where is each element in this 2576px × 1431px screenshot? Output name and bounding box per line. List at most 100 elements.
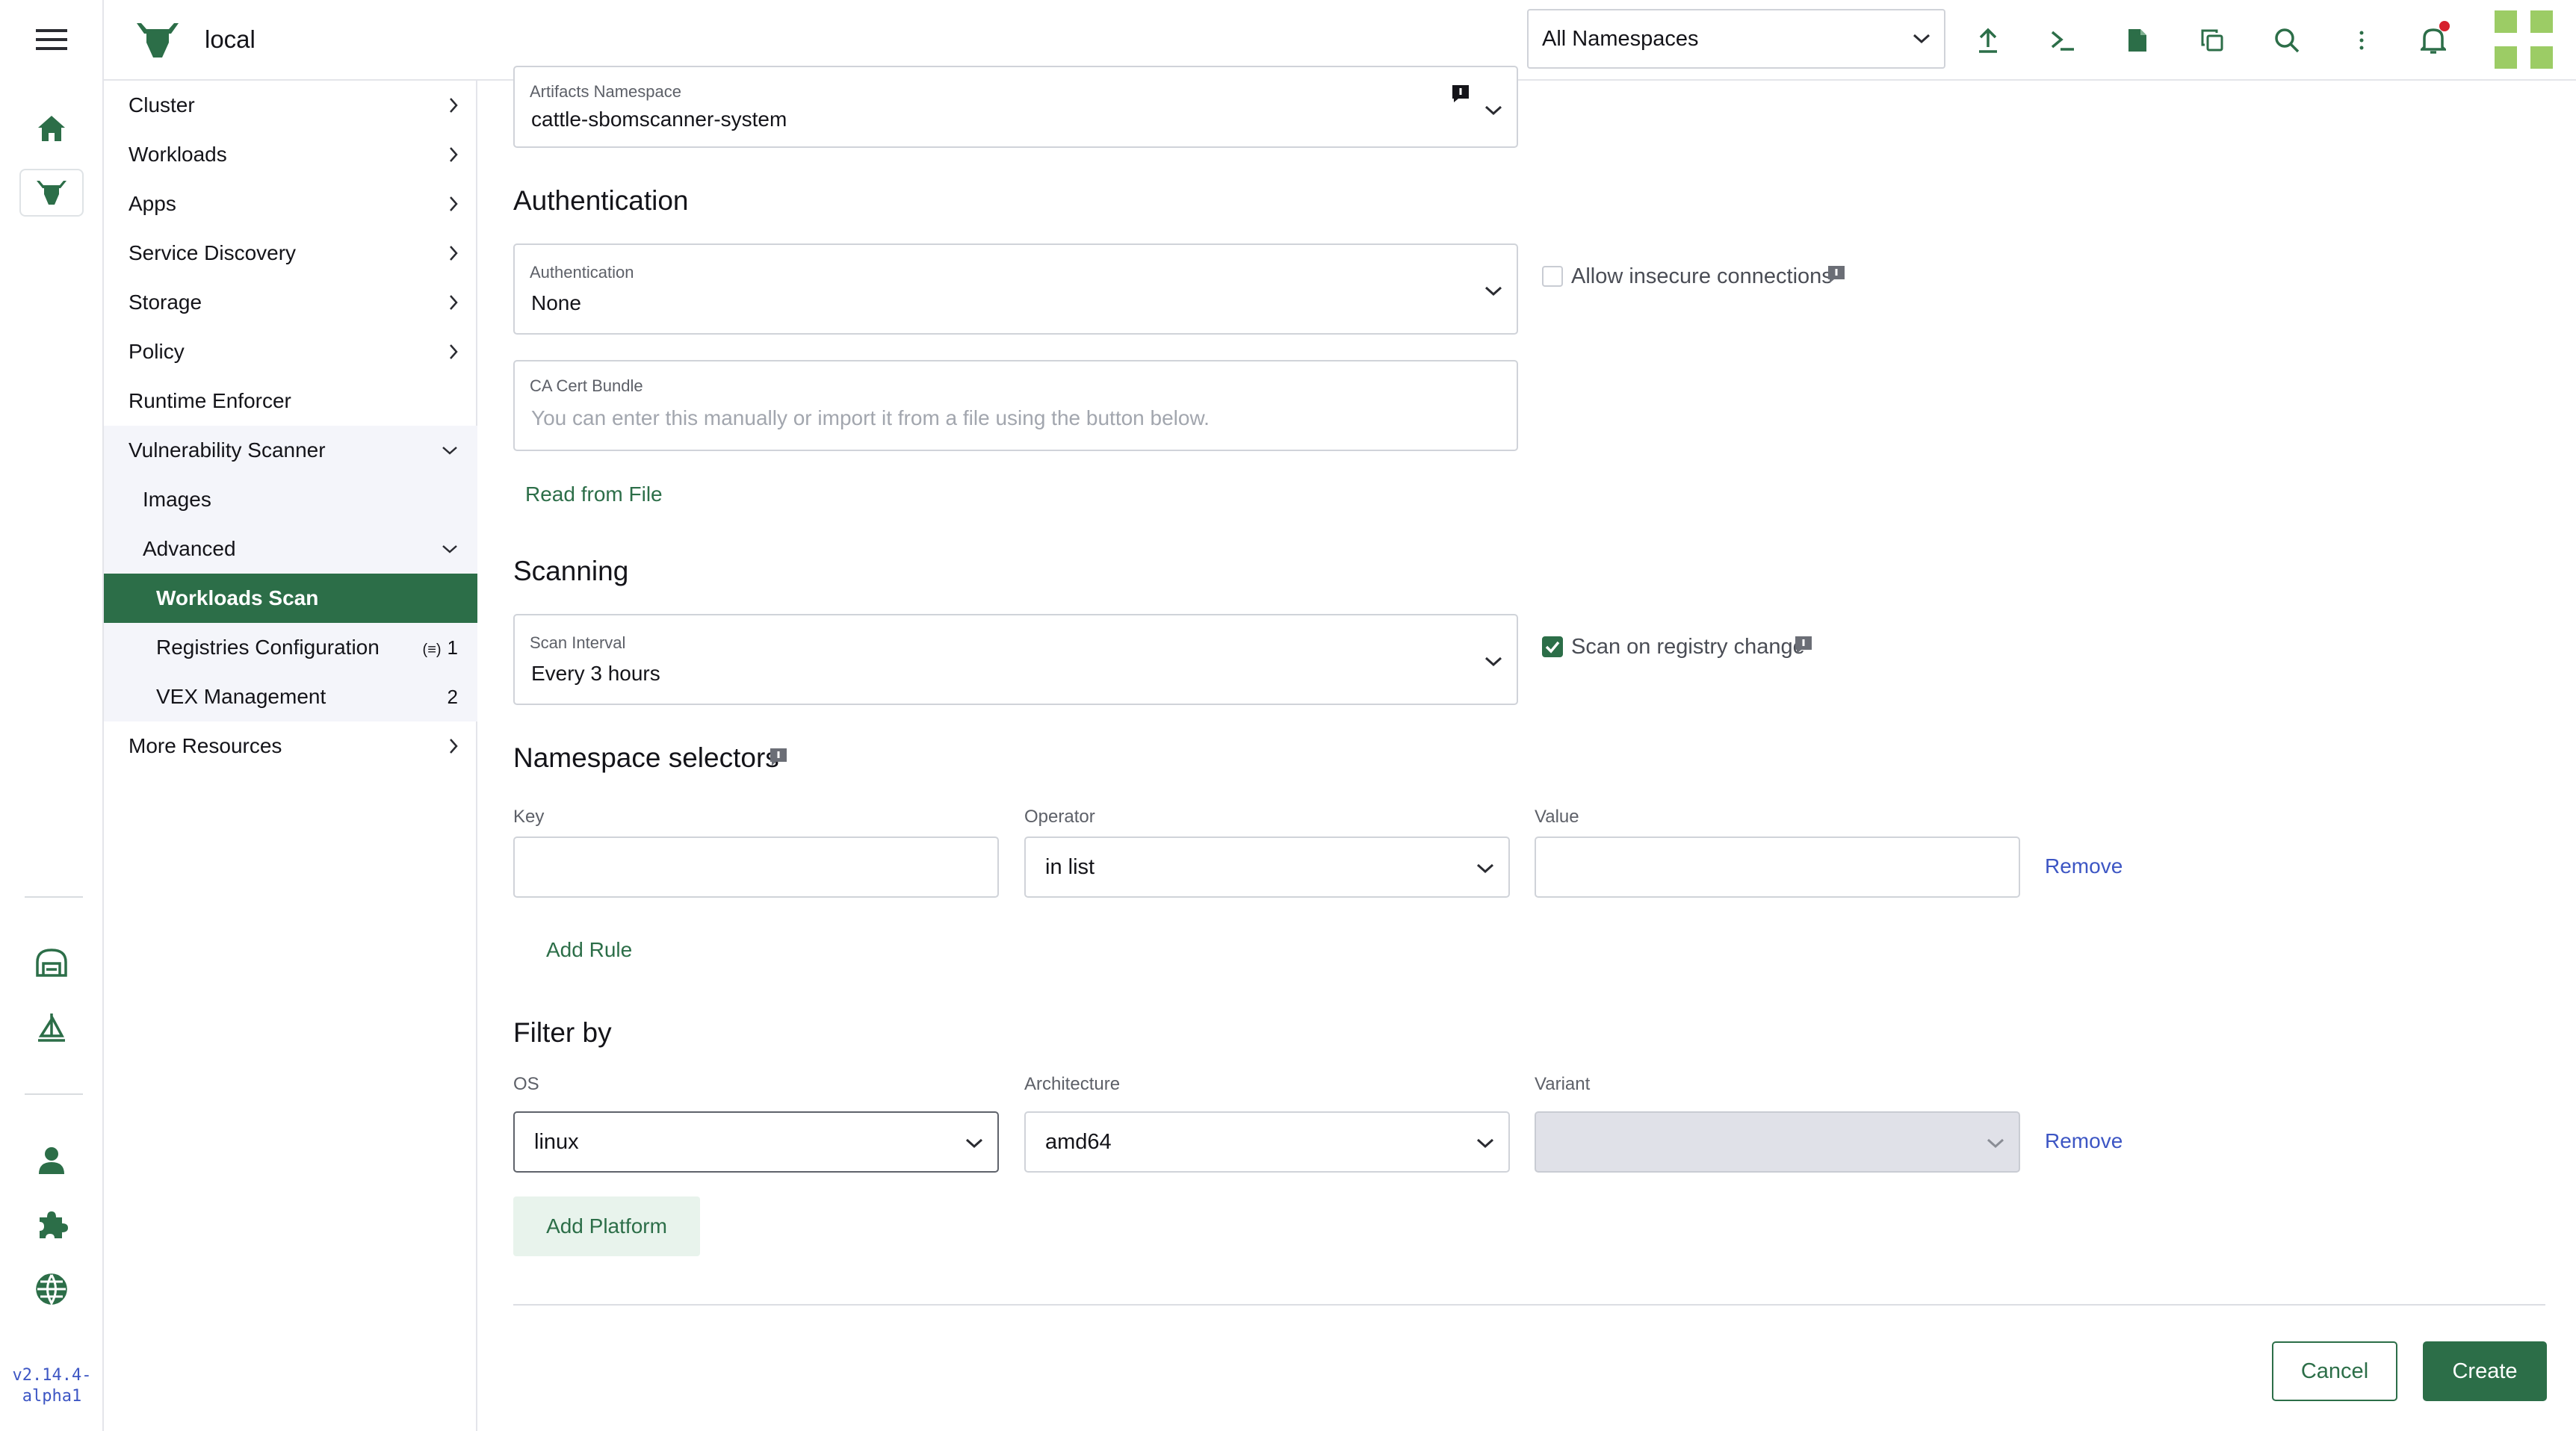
chevron-down-icon bbox=[442, 447, 457, 455]
authentication-heading: Authentication bbox=[513, 185, 689, 216]
cluster-name[interactable]: local bbox=[205, 25, 256, 54]
architecture-select-value: amd64 bbox=[1045, 1129, 1112, 1154]
allow-insecure-checkbox[interactable] bbox=[1542, 266, 1563, 287]
chevron-right-icon bbox=[450, 196, 458, 211]
nav-item-runtime-enforcer[interactable]: Runtime Enforcer bbox=[104, 376, 477, 426]
scan-on-registry-change-checkbox[interactable] bbox=[1542, 636, 1563, 657]
artifacts-namespace-select[interactable]: Artifacts Namespace cattle-sbomscanner-s… bbox=[513, 66, 1518, 148]
chevron-down-icon bbox=[965, 1138, 983, 1149]
info-icon[interactable] bbox=[1827, 264, 1846, 284]
chevron-right-icon bbox=[450, 98, 458, 113]
nav-item-label: Advanced bbox=[143, 537, 236, 560]
nav-item-label: Registries Configuration bbox=[156, 636, 380, 659]
nav-item-vex-management[interactable]: VEX Management 2 bbox=[104, 672, 477, 721]
nav-item-label: Workloads Scan bbox=[156, 586, 319, 609]
scan-interval-select[interactable]: Scan Interval Every 3 hours bbox=[513, 614, 1518, 705]
search-icon[interactable] bbox=[2266, 19, 2308, 61]
fleet-icon[interactable] bbox=[19, 938, 84, 986]
nav-item-apps[interactable]: Apps bbox=[104, 179, 477, 229]
user-icon[interactable] bbox=[19, 1137, 84, 1185]
nav-item-storage[interactable]: Storage bbox=[104, 278, 477, 327]
nav-item-label: Service Discovery bbox=[129, 241, 297, 264]
create-button[interactable]: Create bbox=[2423, 1341, 2547, 1401]
os-label: OS bbox=[513, 1074, 539, 1094]
field-value: Every 3 hours bbox=[531, 662, 660, 685]
ca-cert-bundle-textarea[interactable]: CA Cert Bundle You can enter this manual… bbox=[513, 360, 1518, 451]
cluster-bull-icon[interactable] bbox=[19, 169, 84, 217]
chevron-down-icon bbox=[1484, 105, 1502, 116]
nav-item-more-resources[interactable]: More Resources bbox=[104, 721, 477, 771]
nav-item-workloads-scan[interactable]: Workloads Scan bbox=[104, 574, 477, 623]
os-select[interactable]: linux bbox=[513, 1111, 999, 1173]
field-value: None bbox=[531, 291, 581, 314]
nav-item-label: Images bbox=[143, 488, 211, 511]
nav-item-advanced[interactable]: Advanced bbox=[104, 524, 477, 574]
namespaced-icon: (≡) bbox=[422, 641, 442, 658]
remove-rule-button[interactable]: Remove bbox=[2045, 854, 2123, 878]
field-label: Authentication bbox=[530, 263, 634, 282]
chevron-down-icon bbox=[1476, 863, 1494, 874]
cancel-button[interactable]: Cancel bbox=[2272, 1341, 2397, 1401]
sailboat-icon[interactable] bbox=[19, 1004, 84, 1052]
operator-label: Operator bbox=[1024, 807, 1095, 827]
chevron-right-icon bbox=[450, 739, 458, 754]
nav-item-workloads[interactable]: Workloads bbox=[104, 130, 477, 179]
allow-insecure-label: Allow insecure connections bbox=[1571, 264, 1833, 288]
nav-item-registries-configuration[interactable]: Registries Configuration (≡) 1 bbox=[104, 623, 477, 672]
key-input[interactable] bbox=[513, 836, 999, 898]
field-label: Scan Interval bbox=[530, 633, 626, 652]
cluster-logo-icon bbox=[135, 20, 180, 60]
side-navigation: Cluster Workloads Apps Service Discovery… bbox=[104, 81, 477, 1431]
kubectl-shell-icon[interactable] bbox=[2042, 19, 2084, 61]
more-options-icon[interactable] bbox=[2341, 19, 2383, 61]
globe-icon[interactable] bbox=[19, 1265, 84, 1313]
namespace-selectors-heading: Namespace selectors bbox=[513, 742, 779, 773]
import-yaml-icon[interactable] bbox=[1967, 19, 2009, 61]
authentication-select[interactable]: Authentication None bbox=[513, 243, 1518, 335]
namespace-select[interactable]: All Namespaces bbox=[1527, 9, 1945, 69]
nav-item-label: VEX Management bbox=[156, 685, 326, 708]
version-label[interactable]: v2.14.4-alpha1 bbox=[0, 1365, 104, 1407]
value-input[interactable] bbox=[1535, 836, 2020, 898]
add-rule-button[interactable]: Add Rule bbox=[546, 938, 632, 962]
scan-on-registry-change-label: Scan on registry change bbox=[1571, 635, 1805, 659]
nav-item-label: Apps bbox=[129, 192, 176, 215]
architecture-select[interactable]: amd64 bbox=[1024, 1111, 1510, 1173]
nav-item-label: Runtime Enforcer bbox=[129, 389, 291, 412]
nav-item-service-discovery[interactable]: Service Discovery bbox=[104, 229, 477, 278]
field-label: CA Cert Bundle bbox=[530, 376, 643, 395]
nav-item-images[interactable]: Images bbox=[104, 475, 477, 524]
nav-item-label: Storage bbox=[129, 291, 202, 314]
rail-divider bbox=[25, 896, 83, 898]
chevron-right-icon bbox=[450, 344, 458, 359]
menu-icon[interactable] bbox=[21, 6, 82, 73]
read-from-file-button[interactable]: Read from File bbox=[525, 482, 663, 506]
user-avatar[interactable] bbox=[2495, 10, 2553, 69]
home-icon[interactable] bbox=[19, 105, 84, 152]
field-label: Artifacts Namespace bbox=[530, 82, 681, 101]
download-kubeconfig-icon[interactable] bbox=[2117, 19, 2158, 61]
info-icon[interactable] bbox=[1451, 84, 1470, 103]
remove-platform-button[interactable]: Remove bbox=[2045, 1129, 2123, 1153]
chevron-right-icon bbox=[450, 147, 458, 162]
nav-item-count: (≡) 1 bbox=[423, 636, 458, 659]
info-icon[interactable] bbox=[1794, 635, 1813, 654]
nav-item-vulnerability-scanner[interactable]: Vulnerability Scanner bbox=[104, 426, 477, 475]
variant-select[interactable] bbox=[1535, 1111, 2020, 1173]
checkmark-icon bbox=[1545, 641, 1560, 654]
copy-kubeconfig-icon[interactable] bbox=[2191, 19, 2233, 61]
chevron-down-icon bbox=[1484, 656, 1502, 667]
operator-select[interactable]: in list bbox=[1024, 836, 1510, 898]
nav-item-cluster[interactable]: Cluster bbox=[104, 81, 477, 130]
value-label: Value bbox=[1535, 807, 1579, 827]
namespace-select-value: All Namespaces bbox=[1542, 26, 1699, 51]
chevron-right-icon bbox=[450, 246, 458, 261]
nav-item-label: Vulnerability Scanner bbox=[129, 438, 326, 462]
notifications-bell-icon[interactable] bbox=[2412, 19, 2454, 61]
info-icon[interactable] bbox=[769, 747, 788, 766]
nav-item-policy[interactable]: Policy bbox=[104, 327, 477, 376]
add-platform-button[interactable]: Add Platform bbox=[513, 1196, 700, 1256]
nav-item-label: Workloads bbox=[129, 143, 227, 166]
nav-item-label: Cluster bbox=[129, 93, 195, 117]
extensions-puzzle-icon[interactable] bbox=[19, 1201, 84, 1249]
